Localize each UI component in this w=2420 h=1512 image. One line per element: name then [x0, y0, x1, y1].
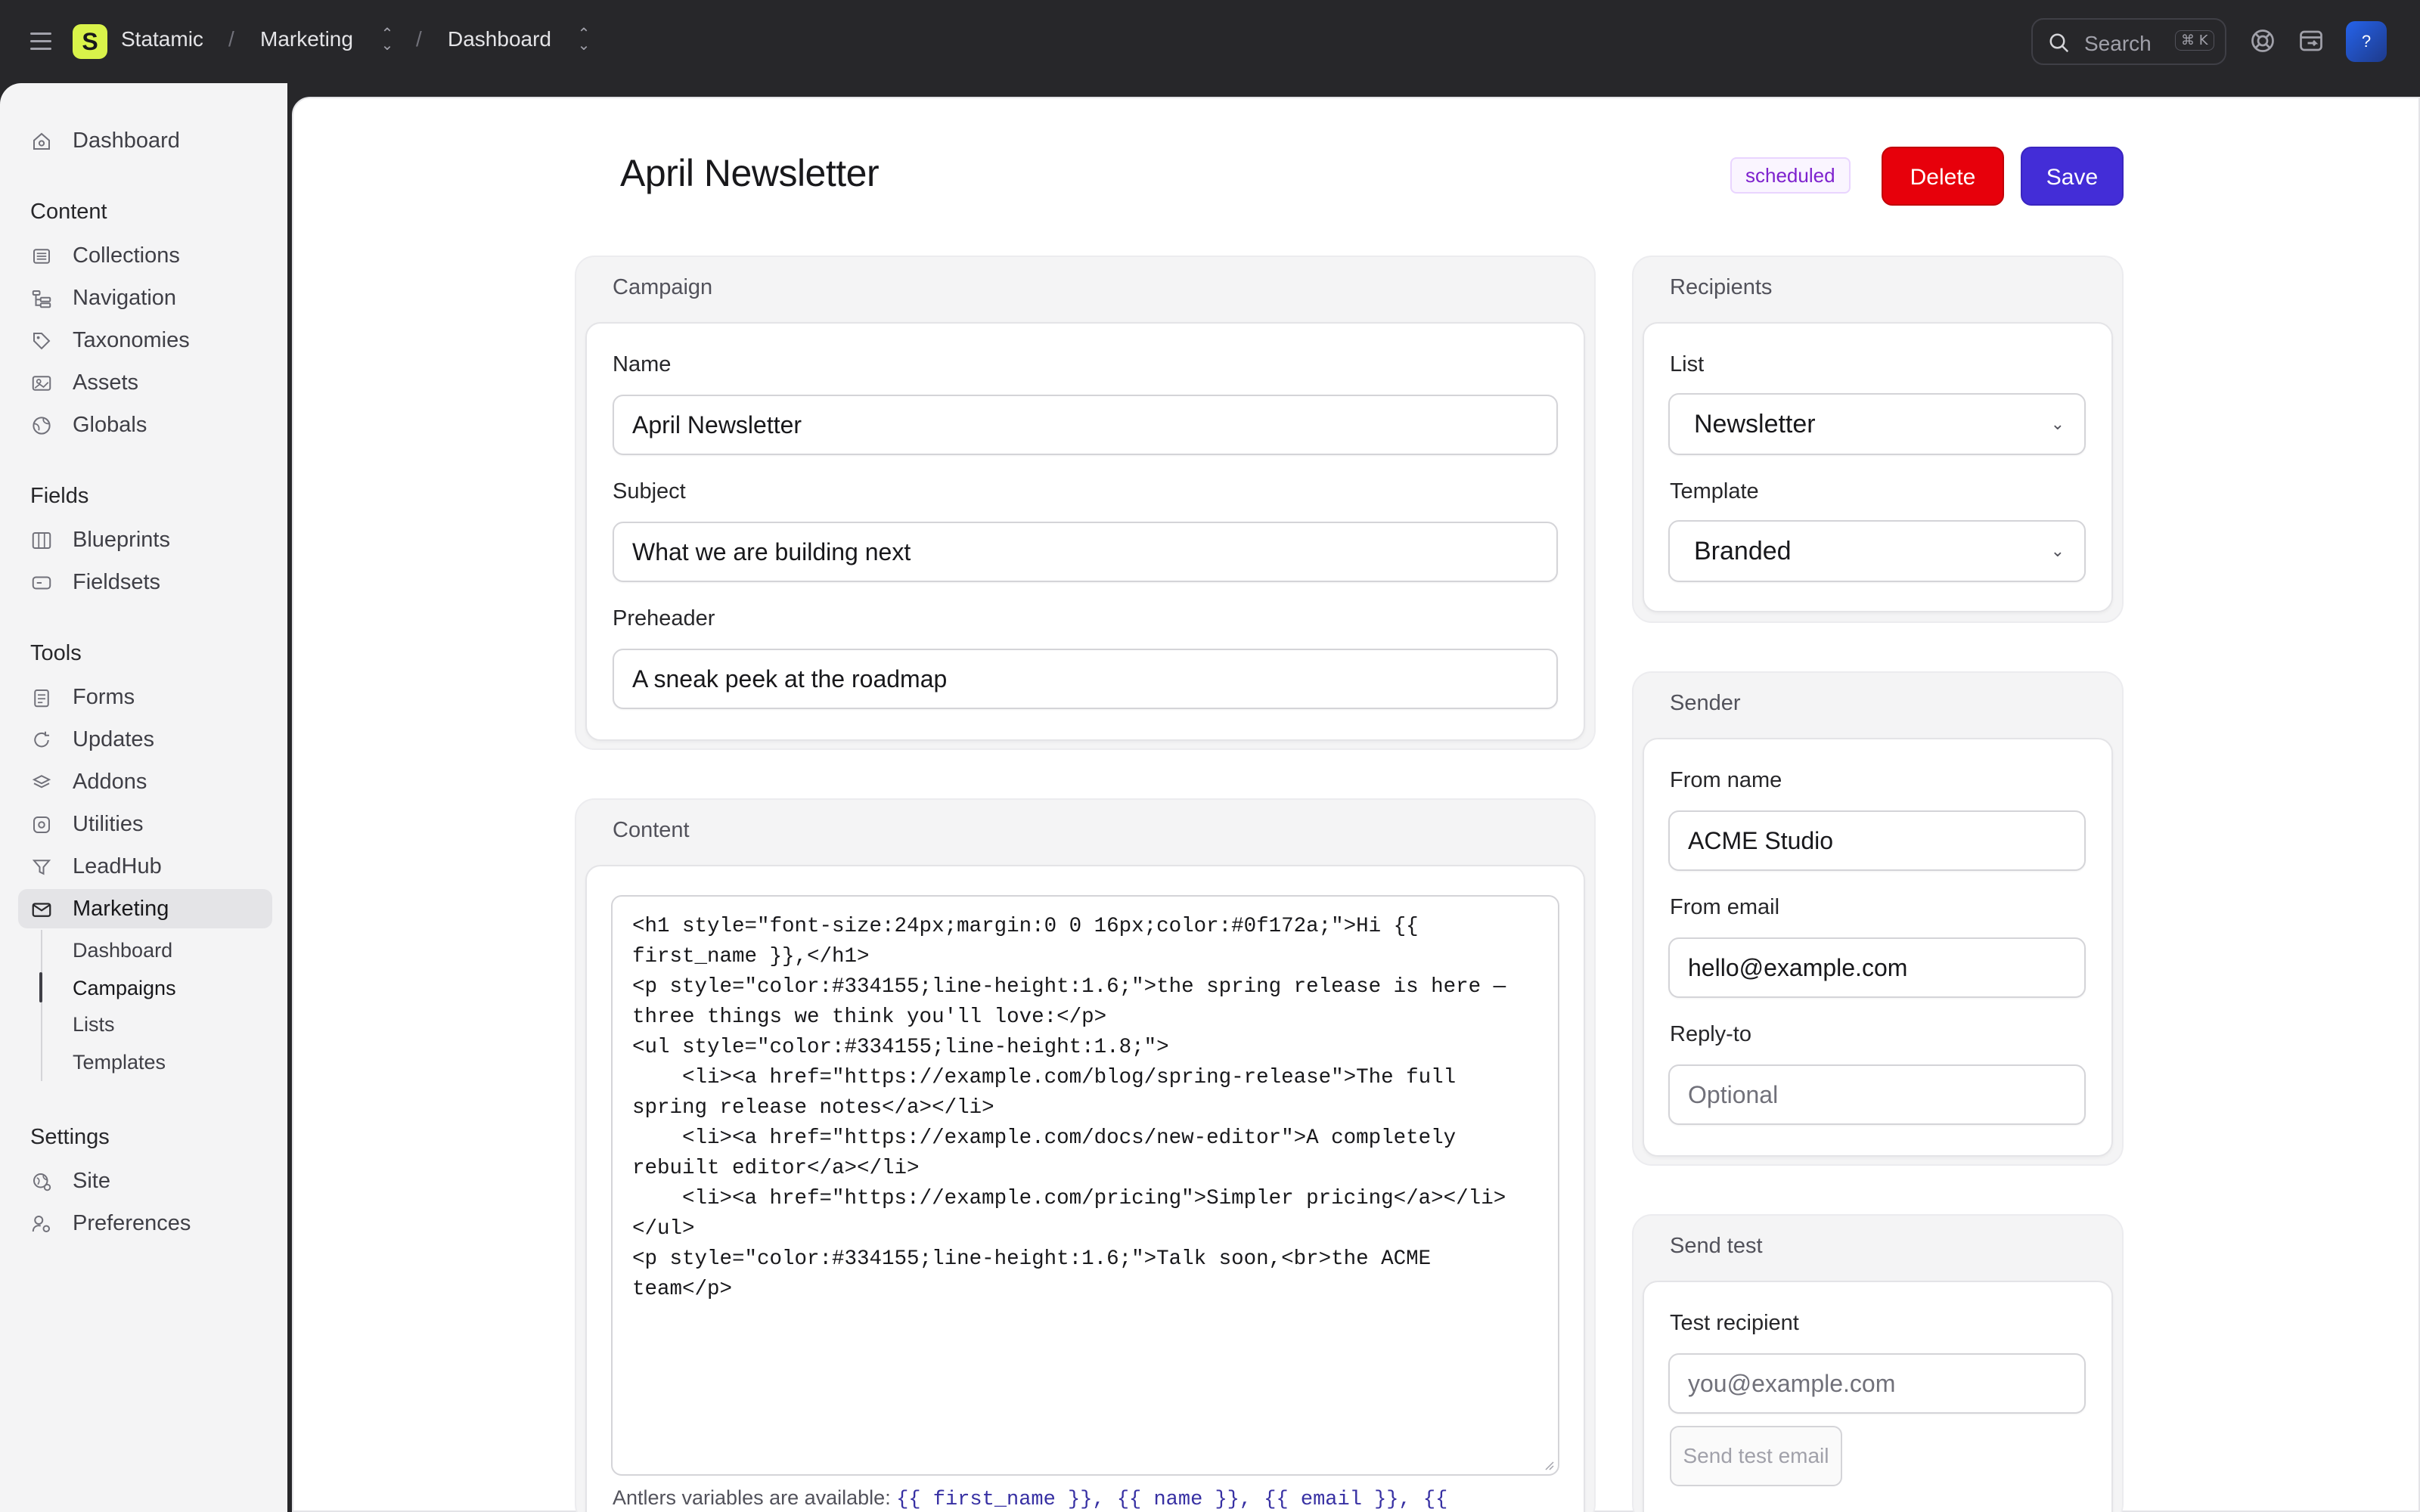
submenu-guide — [41, 930, 42, 1081]
breadcrumb-separator: / — [416, 27, 422, 51]
test-recipient-input[interactable]: you@example.com — [1668, 1353, 2086, 1414]
sidebar-heading-tools: Tools — [30, 641, 82, 665]
dashboard-icon — [33, 132, 50, 150]
sidebar-item-collections[interactable]: Collections — [30, 236, 272, 275]
site-icon — [33, 1173, 51, 1191]
submenu-active-indicator — [39, 972, 42, 1002]
resize-handle-icon[interactable] — [1543, 1459, 1555, 1471]
content-html-editor[interactable]: <h1 style="font-size:24px;margin:0 0 16p… — [611, 895, 1559, 1476]
name-label: Name — [613, 352, 672, 376]
blueprints-icon — [32, 532, 51, 549]
card-heading: Send test — [1670, 1234, 1763, 1258]
sidebar-subitem-dashboard[interactable]: Dashboard — [73, 939, 172, 962]
sidebar-item-leadhub[interactable]: LeadHub — [30, 847, 272, 886]
sidebar-item-taxonomies[interactable]: Taxonomies — [30, 321, 272, 360]
forms-icon — [34, 689, 49, 708]
antlers-variables: {{ first_name }}, {{ name }}, {{ email }… — [896, 1489, 1448, 1511]
breadcrumb-marketing[interactable]: Marketing — [260, 27, 353, 51]
template-label: Template — [1670, 479, 1759, 503]
support-icon[interactable] — [2249, 27, 2276, 54]
delete-button[interactable]: Delete — [1882, 147, 2004, 206]
sidebar-subitem-lists[interactable]: Lists — [73, 1013, 115, 1036]
sidebar-item-fieldsets[interactable]: Fieldsets — [30, 562, 272, 602]
top-bar: S Statamic / Marketing ⌃ ⌄ / Dashboard ⌃ ⌄… — [0, 0, 2420, 83]
from-email-input[interactable]: hello@example.com — [1668, 937, 2086, 998]
card-heading: Recipients — [1670, 275, 1773, 299]
sidebar-heading-fields: Fields — [30, 484, 89, 508]
list-select-value: Newsletter — [1694, 410, 1816, 438]
antlers-help-text: Antlers variables are available: {{ firs… — [613, 1486, 1447, 1511]
search-shortcut: ⌘ K — [2175, 30, 2214, 51]
name-input[interactable]: April Newsletter — [613, 395, 1558, 455]
navigation-icon — [32, 290, 51, 308]
from-name-label: From name — [1670, 768, 1782, 792]
template-select[interactable]: Branded ⌄ — [1668, 520, 2086, 582]
sidebar-heading-content: Content — [30, 200, 107, 224]
user-preferences-icon — [32, 1216, 50, 1232]
search-button[interactable]: Search ⌘ K — [2031, 18, 2226, 65]
preheader-label: Preheader — [613, 606, 715, 631]
updates-icon — [34, 731, 49, 748]
sidebar-item-dashboard[interactable]: Dashboard — [30, 121, 272, 160]
preheader-input[interactable]: A sneak peek at the roadmap — [613, 649, 1558, 709]
fieldsets-icon — [32, 576, 51, 590]
sidebar-item-globals[interactable]: Globals — [30, 405, 272, 445]
reply-to-label: Reply-to — [1670, 1022, 1751, 1046]
antlers-help-prefix: Antlers variables are available: — [613, 1486, 897, 1509]
card-heading: Content — [613, 818, 690, 842]
sidebar-item-assets[interactable]: Assets — [30, 363, 272, 402]
collections-icon — [33, 249, 50, 264]
sidebar-item-utilities[interactable]: Utilities — [30, 804, 272, 844]
breadcrumb-dashboard[interactable]: Dashboard — [448, 27, 551, 51]
list-select[interactable]: Newsletter ⌄ — [1668, 393, 2086, 455]
sidebar-subitem-campaigns[interactable]: Campaigns — [73, 977, 176, 1000]
sidebar-item-updates[interactable]: Updates — [30, 720, 272, 759]
status-badge: scheduled — [1730, 157, 1851, 194]
chevron-down-icon: ⌄ — [2050, 541, 2065, 560]
statamic-logo[interactable]: S — [73, 24, 107, 59]
send-test-email-button[interactable]: Send test email — [1670, 1426, 1842, 1486]
test-recipient-label: Test recipient — [1670, 1311, 1799, 1335]
utilities-icon — [33, 816, 50, 833]
sidebar-subitem-templates[interactable]: Templates — [73, 1051, 166, 1074]
menu-icon[interactable] — [30, 33, 51, 51]
tag-icon — [33, 333, 51, 350]
list-label: List — [1670, 352, 1705, 376]
filter-icon — [32, 860, 51, 875]
save-button[interactable]: Save — [2021, 147, 2124, 206]
avatar[interactable]: ? — [2346, 21, 2387, 62]
sidebar-item-forms[interactable]: Forms — [30, 677, 272, 717]
breadcrumb-separator: / — [228, 27, 234, 51]
sidebar-item-site[interactable]: Site — [30, 1161, 272, 1201]
chevron-down-icon: ⌄ — [2050, 414, 2065, 433]
search-label: Search — [2084, 32, 2152, 55]
chevron-updown-icon[interactable]: ⌃ ⌄ — [576, 26, 591, 54]
chevron-updown-icon[interactable]: ⌃ ⌄ — [380, 26, 395, 54]
search-icon — [2049, 33, 2069, 53]
subject-input[interactable]: What we are building next — [613, 522, 1558, 582]
from-name-input[interactable]: ACME Studio — [1668, 810, 2086, 871]
from-email-label: From email — [1670, 895, 1780, 919]
sidebar-item-marketing[interactable]: Marketing — [18, 889, 272, 928]
page-title: April Newsletter — [620, 152, 880, 194]
globe-icon — [33, 417, 51, 435]
card-heading: Sender — [1670, 691, 1741, 715]
sidebar-item-preferences[interactable]: Preferences — [30, 1204, 272, 1243]
assets-icon — [32, 376, 51, 391]
card-heading: Campaign — [613, 275, 713, 299]
template-select-value: Branded — [1694, 537, 1792, 565]
sidebar-heading-settings: Settings — [30, 1125, 110, 1149]
mail-icon — [32, 903, 51, 917]
reply-to-input[interactable]: Optional — [1668, 1064, 2086, 1125]
sidebar-item-addons[interactable]: Addons — [30, 762, 272, 801]
addons-icon — [32, 775, 51, 789]
app-name[interactable]: Statamic — [121, 27, 203, 51]
sidebar-item-navigation[interactable]: Navigation — [30, 278, 272, 318]
site-switch-icon[interactable] — [2297, 27, 2325, 54]
sidebar-item-blueprints[interactable]: Blueprints — [30, 520, 272, 559]
subject-label: Subject — [613, 479, 686, 503]
